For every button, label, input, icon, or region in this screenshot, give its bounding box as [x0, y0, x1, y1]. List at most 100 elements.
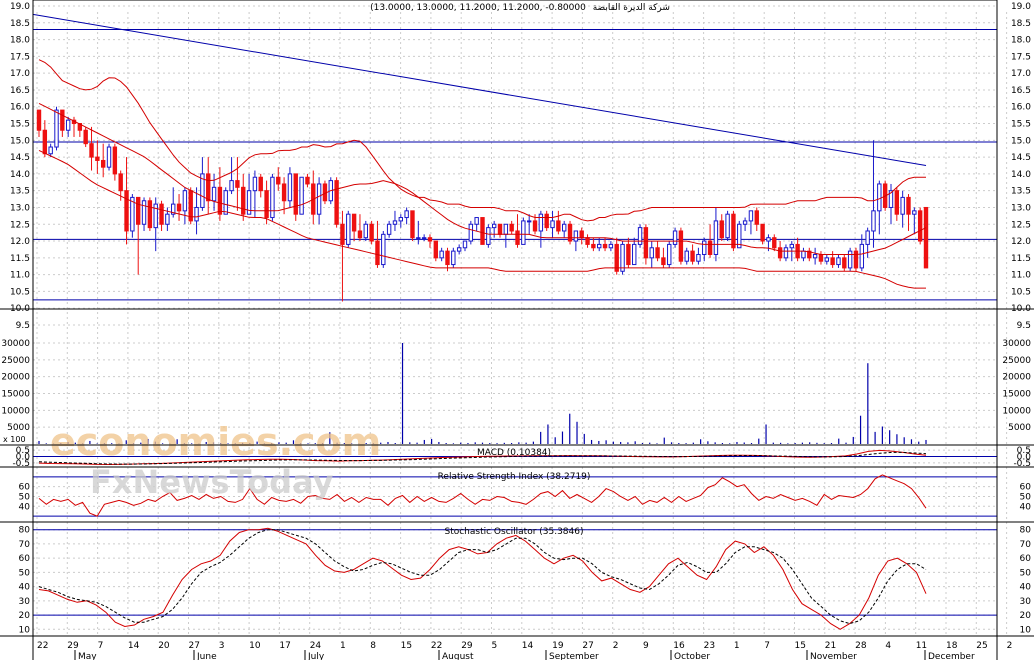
candle-body	[293, 173, 298, 215]
x-tick-label-day: 27	[582, 641, 593, 651]
candle-body	[912, 210, 917, 215]
rsi-title: Relative Strength Index (38.2719)	[438, 472, 591, 482]
candle-body	[264, 190, 269, 219]
stochastic-tick-left: 70	[19, 540, 31, 550]
candle-body	[597, 243, 602, 249]
stochastic-tick-right: 80	[1020, 526, 1032, 536]
candle-body	[480, 217, 485, 245]
candle-body	[54, 109, 59, 148]
x-tick-label-day: 4	[885, 641, 891, 651]
price-tick-left: 15.0	[10, 136, 30, 146]
volume-tick-right: 20000	[1002, 373, 1031, 383]
candle-body	[136, 196, 141, 225]
candle-body	[900, 196, 905, 215]
x-tick-label-month: June	[196, 652, 217, 660]
candle-body	[626, 243, 631, 266]
x-tick-label-day: 1	[340, 641, 346, 651]
x-tick-label-day: 14	[522, 641, 534, 651]
candle-body	[696, 253, 701, 262]
candle-body	[725, 213, 730, 239]
volume-tick-left: 25000	[1, 356, 30, 366]
candle-body	[836, 257, 841, 266]
candle-body	[573, 230, 579, 242]
candle-body	[421, 237, 427, 240]
macd-tick-left: 0.5	[16, 446, 30, 456]
header-values: (13.0000, 13.0000, 11.2000, 11.2000, -0.…	[370, 3, 586, 13]
candle-body	[334, 180, 339, 225]
candle-body	[643, 227, 649, 259]
candle-body	[48, 146, 53, 155]
candle-body	[649, 247, 654, 259]
volume-tick-right: 15000	[1002, 390, 1031, 400]
x-tick-label-day: 25	[976, 641, 987, 651]
candle-body	[567, 223, 573, 242]
candle-body	[392, 220, 398, 225]
x-tick-label-day: 23	[704, 641, 715, 651]
candle-body	[118, 173, 123, 192]
x-tick-label-month: August	[442, 652, 474, 660]
candle-body	[614, 243, 619, 272]
candle-body	[229, 180, 234, 192]
price-tick-left: 10.5	[10, 287, 30, 297]
x-tick-label-day: 2	[613, 641, 619, 651]
candle-body	[503, 223, 509, 235]
candle-body	[95, 156, 100, 161]
candle-body	[556, 220, 561, 232]
candle-body	[241, 186, 246, 215]
candle-body	[357, 230, 363, 239]
volume-unit-label: x 100	[3, 435, 26, 444]
candle-body	[672, 230, 678, 245]
x-tick-label-day: 7	[764, 641, 770, 651]
candle-body	[375, 240, 380, 266]
x-tick-label-month: July	[307, 652, 325, 660]
x-tick-label-day: 29	[461, 641, 473, 651]
candle-body	[550, 220, 555, 229]
rsi-tick-right: 40	[1020, 502, 1032, 512]
x-tick-label-day: 29	[67, 641, 79, 651]
candle-body	[853, 250, 859, 269]
candle-body	[871, 210, 876, 232]
volume-tick-left: 15000	[1, 390, 30, 400]
candle-body	[544, 213, 549, 229]
price-tick-right: 16.5	[1011, 86, 1031, 96]
candle-body	[176, 203, 182, 212]
candle-body	[824, 257, 829, 262]
candle-body	[491, 223, 497, 229]
candle-body	[497, 223, 503, 235]
stochastic-tick-right: 70	[1020, 540, 1032, 550]
candle-body	[923, 206, 929, 269]
candle-body	[789, 243, 794, 249]
x-tick-label-day: 2	[1007, 641, 1013, 651]
candle-body	[141, 200, 147, 225]
price-tick-left: 19.0	[10, 2, 30, 12]
macd-tick-right: 0.5	[1017, 446, 1031, 456]
candle-body	[217, 186, 223, 215]
volume-tick-right: 5000	[1008, 423, 1031, 433]
x-tick-label-day: 20	[158, 641, 170, 651]
candle-body	[561, 223, 567, 232]
candle-body	[386, 223, 392, 235]
macd-title: MACD (0.10384)	[477, 448, 551, 458]
candle-body	[894, 190, 900, 215]
candle-body	[252, 176, 258, 192]
price-tick-left: 18.0	[10, 36, 30, 46]
x-tick-label-day: 8	[370, 641, 376, 651]
candle-body	[777, 247, 783, 259]
candle-body	[742, 220, 748, 225]
candle-body	[165, 213, 170, 225]
candle-body	[772, 237, 777, 249]
stock-chart: x 100 MACD (0.10384) Relative Strength I…	[0, 0, 1034, 662]
candle-body	[486, 227, 491, 245]
x-tick-label-day: 5	[492, 641, 498, 651]
candle-body	[538, 213, 544, 232]
candle-body	[351, 213, 357, 232]
candle-body	[42, 129, 48, 155]
stochastic-tick-left: 30	[19, 597, 31, 607]
chart-window: x 100 MACD (0.10384) Relative Strength I…	[0, 0, 1034, 662]
stochastic-tick-right: 50	[1020, 568, 1032, 578]
candle-body	[748, 210, 754, 222]
candle-body	[468, 223, 474, 242]
candle-body	[474, 217, 479, 225]
x-tick-label-day: 24	[310, 641, 322, 651]
candle-body	[456, 247, 462, 252]
